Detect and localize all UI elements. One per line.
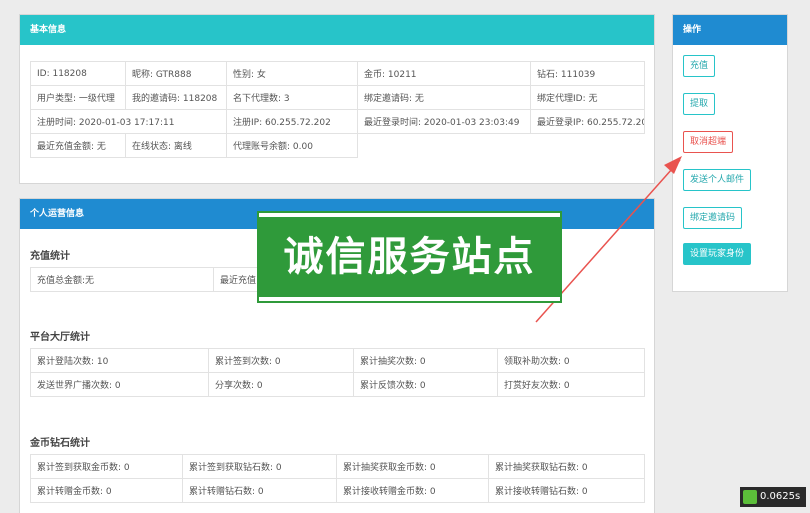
watermark-banner: 诚信服务站点 <box>257 211 562 303</box>
timer-value: 0.0625s <box>760 491 801 502</box>
leaf-icon <box>743 490 757 504</box>
watermark-text: 诚信服务站点 <box>283 234 536 280</box>
arrow-head <box>664 156 682 174</box>
timer-badge: 0.0625s <box>740 487 806 507</box>
